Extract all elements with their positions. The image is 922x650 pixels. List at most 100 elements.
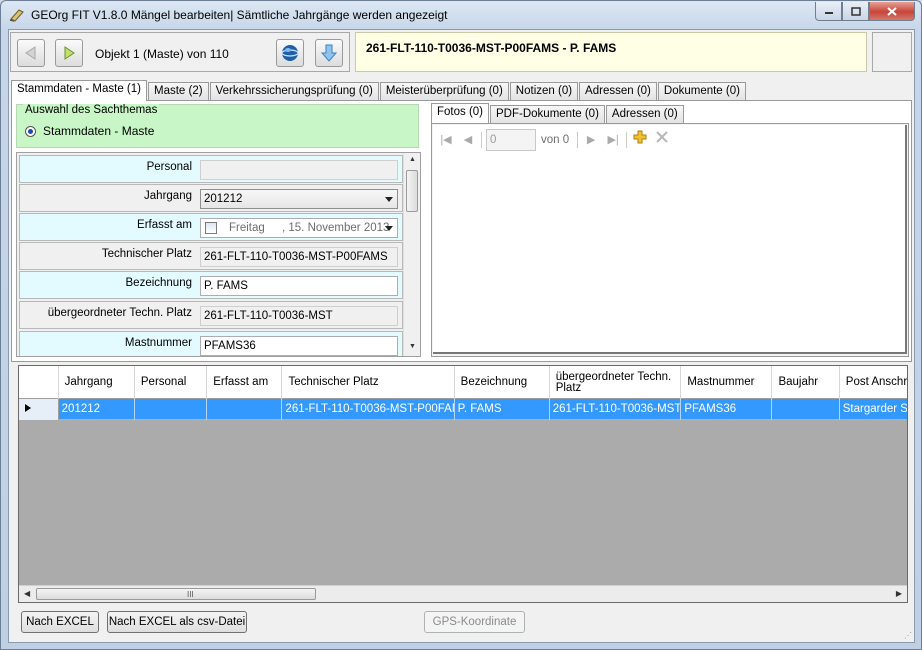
table-cell[interactable]: PFAMS36 — [681, 399, 773, 420]
resize-grip-icon[interactable]: ⋰ — [904, 631, 912, 640]
table-cell[interactable] — [207, 399, 283, 420]
arrow-down-icon — [321, 44, 337, 62]
column-header[interactable]: Post Anschr — [840, 366, 907, 399]
scroll-right-icon[interactable]: ▶ — [896, 589, 902, 598]
row-header-corner — [19, 366, 59, 399]
erfasst-datepicker[interactable]: Freitag , 15. November 2013 — [200, 218, 398, 238]
export-csv-button[interactable]: Nach EXCEL als csv-Datei — [107, 611, 247, 633]
sachthema-legend: Auswahl des Sachthemas — [23, 104, 160, 116]
calendar-dropdown-icon[interactable] — [385, 226, 393, 231]
bezeichnung-field[interactable]: P. FAMS — [200, 276, 398, 296]
minimize-button[interactable] — [815, 2, 842, 21]
client-area: Objekt 1 (Maste) von 110 261-FLT-110-T00… — [8, 29, 915, 643]
data-grid: Jahrgang Personal Erfasst am Technischer… — [18, 365, 908, 603]
tab-pdf-dokumente[interactable]: PDF-Dokumente (0) — [490, 105, 605, 123]
gps-coordinate-button[interactable]: GPS-Koordinate — [424, 611, 525, 633]
record-header: 261-FLT-110-T0036-MST-P00FAMS - P. FAMS — [355, 32, 867, 72]
techplatz-label: Technischer Platz — [101, 248, 192, 260]
erfasst-checkbox[interactable] — [205, 222, 217, 234]
download-button[interactable] — [315, 39, 343, 67]
title-bar[interactable]: GEOrg FIT V1.8.0 Mängel bearbeiten| Sämt… — [1, 1, 921, 29]
tab-dokumente[interactable]: Dokumente (0) — [657, 82, 746, 100]
column-header[interactable]: Bezeichnung — [455, 366, 550, 399]
mastnummer-label: Mastnummer — [124, 337, 192, 349]
table-cell[interactable]: 261-FLT-110-T0036-MST-P00FAMS — [282, 399, 455, 420]
field-row-mastnummer: Mastnummer PFAMS36 — [19, 331, 403, 356]
scroll-up-icon[interactable]: ▲ — [409, 156, 416, 163]
column-header[interactable]: übergeordneter Techn. Platz — [550, 366, 682, 399]
tab-meisterueberpruefung[interactable]: Meisterüberprüfung (0) — [379, 82, 509, 100]
separator — [481, 132, 482, 148]
tab-notizen[interactable]: Notizen (0) — [509, 82, 579, 100]
tab-verkehrssicherungspruefung[interactable]: Verkehrssicherungsprüfung (0) — [209, 82, 379, 100]
form-vertical-scrollbar[interactable]: ▲ ▼ — [403, 153, 420, 356]
mastnummer-field[interactable]: PFAMS36 — [200, 336, 398, 356]
field-row-bezeichnung: Bezeichnung P. FAMS — [19, 271, 403, 299]
tab-adressen[interactable]: Adressen (0) — [579, 82, 657, 100]
globe-button[interactable] — [276, 39, 304, 67]
maximize-button[interactable] — [842, 2, 869, 21]
table-cell[interactable]: 201212 — [59, 399, 135, 420]
app-window: GEOrg FIT V1.8.0 Mängel bearbeiten| Sämt… — [0, 0, 922, 650]
column-header[interactable]: Erfasst am — [207, 366, 283, 399]
tab-adressen-sub[interactable]: Adressen (0) — [605, 105, 684, 123]
add-icon[interactable] — [629, 130, 651, 150]
position-field[interactable]: 0 — [486, 129, 536, 151]
last-icon[interactable]: ▶| — [602, 130, 624, 150]
tab-fotos[interactable]: Fotos (0) — [431, 103, 490, 124]
jahrgang-label: Jahrgang — [144, 190, 192, 202]
field-row-jahrgang: Jahrgang 201212 — [19, 184, 403, 212]
scroll-down-icon[interactable]: ▼ — [409, 343, 416, 350]
record-header-text: 261-FLT-110-T0036-MST-P00FAMS - P. FAMS — [366, 41, 617, 55]
field-row-personal: Personal — [19, 155, 403, 183]
table-row[interactable]: 201212 261-FLT-110-T0036-MST-P00FAMS P. … — [19, 399, 907, 420]
erfasst-weekday: Freitag — [229, 222, 265, 234]
delete-icon[interactable] — [651, 130, 673, 150]
techplatz-field[interactable]: 261-FLT-110-T0036-MST-P00FAMS — [200, 247, 398, 267]
stammdaten-panel: Auswahl des Sachthemas Stammdaten - Mast… — [11, 100, 912, 362]
tab-stammdaten-maste[interactable]: Stammdaten - Maste (1) — [11, 80, 147, 101]
form-scroll-thumb[interactable] — [406, 170, 418, 212]
next-icon[interactable]: ▶ — [580, 130, 602, 150]
row-selector[interactable] — [19, 399, 59, 420]
table-cell[interactable] — [135, 399, 208, 420]
prev-icon[interactable]: ◀ — [457, 130, 479, 150]
scroll-left-icon[interactable]: ◀ — [24, 589, 30, 598]
field-row-erfasst: Erfasst am Freitag , 15. November 2013 — [19, 213, 403, 241]
uebergeordnet-field[interactable]: 261-FLT-110-T0036-MST — [200, 306, 398, 326]
fotos-panel: |◀ ◀ 0 von 0 ▶ ▶| — [431, 123, 909, 357]
arrow-left-icon — [25, 46, 36, 60]
first-icon[interactable]: |◀ — [435, 130, 457, 150]
close-icon — [887, 6, 897, 16]
export-excel-button[interactable]: Nach EXCEL — [21, 611, 99, 633]
field-row-uebergeordnet: übergeordneter Techn. Platz 261-FLT-110-… — [19, 301, 403, 329]
personal-field[interactable] — [200, 160, 398, 180]
sachthema-radio[interactable] — [25, 126, 36, 137]
previous-record-button[interactable] — [17, 39, 45, 67]
tab-maste[interactable]: Maste (2) — [147, 82, 209, 100]
column-header[interactable]: Personal — [135, 366, 208, 399]
app-icon — [9, 9, 24, 22]
window-title: GEOrg FIT V1.8.0 Mängel bearbeiten| Sämt… — [31, 8, 448, 22]
arrow-right-icon — [64, 46, 75, 60]
sachthema-option-label[interactable]: Stammdaten - Maste — [43, 124, 154, 138]
count-label: von 0 — [541, 134, 570, 146]
next-record-button[interactable] — [55, 39, 83, 67]
jahrgang-select[interactable]: 201212 — [200, 189, 398, 209]
plus-icon — [633, 130, 647, 144]
table-cell[interactable] — [772, 399, 840, 420]
chevron-down-icon — [385, 197, 393, 202]
grid-scroll-thumb[interactable]: III — [36, 588, 316, 600]
table-cell[interactable]: P. FAMS — [455, 399, 550, 420]
column-header[interactable]: Jahrgang — [59, 366, 135, 399]
stammdaten-form: Personal Jahrgang 201212 Erfasst am Frei… — [16, 152, 421, 357]
erfasst-date: , 15. November 2013 — [282, 222, 390, 234]
close-button[interactable] — [869, 2, 915, 21]
separator — [626, 132, 628, 148]
column-header[interactable]: Technischer Platz — [282, 366, 455, 399]
column-header[interactable]: Baujahr — [772, 366, 840, 399]
column-header[interactable]: Mastnummer — [681, 366, 773, 399]
grid-horizontal-scrollbar[interactable]: ◀ III ▶ — [19, 585, 907, 602]
table-cell[interactable]: Stargarder S — [840, 399, 907, 420]
table-cell[interactable]: 261-FLT-110-T0036-MST — [550, 399, 682, 420]
